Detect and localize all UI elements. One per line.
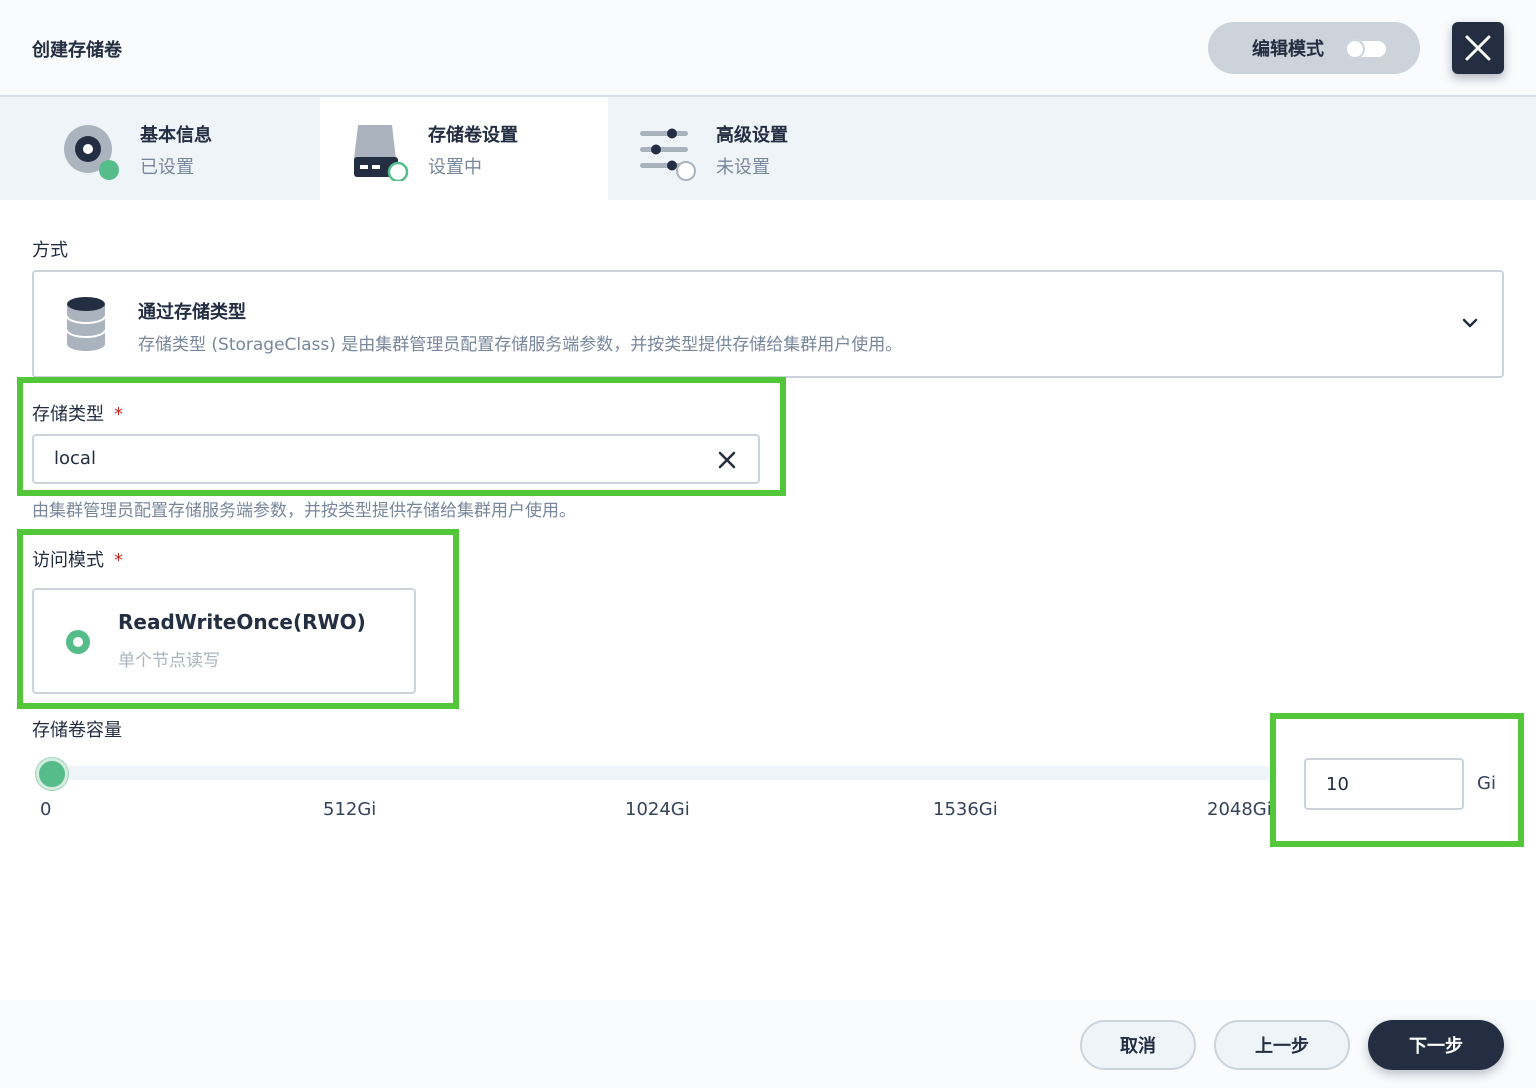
step-advanced-settings[interactable]: 高级设置 未设置: [608, 97, 896, 200]
method-label: 方式: [32, 240, 68, 261]
step-title: 高级设置: [716, 125, 788, 146]
database-icon: [66, 297, 106, 351]
close-icon: [1465, 35, 1491, 61]
toggle-switch[interactable]: [1345, 39, 1386, 59]
step-status: 已设置: [140, 157, 194, 178]
drive-icon: [354, 125, 409, 181]
storage-class-help: 由集群管理员配置存储服务端参数，并按类型提供存储给集群用户使用。: [32, 501, 576, 521]
capacity-slider-track[interactable]: [44, 766, 1272, 780]
slider-tick: 1536Gi: [933, 799, 998, 820]
method-title: 通过存储类型: [138, 302, 246, 323]
sliders-icon: [640, 128, 696, 181]
cancel-button[interactable]: 取消: [1080, 1020, 1196, 1070]
highlight-box: [17, 529, 459, 709]
step-status: 设置中: [428, 157, 482, 178]
step-tabs: 基本信息 已设置 存储卷设置 设置中 高级设置 未设置: [0, 97, 1536, 200]
modal-header: 创建存储卷 编辑模式: [0, 0, 1536, 97]
slider-tick: 1024Gi: [625, 799, 690, 820]
capacity-label: 存储卷容量: [32, 720, 122, 741]
step-title: 基本信息: [140, 125, 212, 146]
modal-title: 创建存储卷: [32, 40, 122, 61]
step-basic-info[interactable]: 基本信息 已设置: [0, 97, 288, 200]
close-button[interactable]: [1452, 22, 1504, 74]
method-select[interactable]: 通过存储类型 存储类型 (StorageClass) 是由集群管理员配置存储服务…: [32, 270, 1504, 378]
capacity-slider-handle[interactable]: [35, 758, 68, 790]
method-description: 存储类型 (StorageClass) 是由集群管理员配置存储服务端参数，并按类…: [138, 335, 903, 355]
chevron-down-icon: [1462, 318, 1478, 328]
previous-step-button[interactable]: 上一步: [1214, 1020, 1350, 1070]
modal-footer: 取消 上一步 下一步: [0, 1000, 1536, 1088]
edit-mode-label: 编辑模式: [1252, 39, 1324, 60]
toggle-knob: [1345, 39, 1365, 59]
slider-tick: 512Gi: [323, 799, 377, 820]
next-step-button[interactable]: 下一步: [1368, 1020, 1504, 1070]
step-volume-settings[interactable]: 存储卷设置 设置中: [320, 97, 608, 200]
step-status: 未设置: [716, 157, 770, 178]
slider-tick: 0: [40, 799, 52, 820]
highlight-box: [17, 377, 786, 496]
highlight-box: [1270, 713, 1524, 847]
slider-tick: 2048Gi: [1207, 799, 1272, 820]
disk-icon: [64, 125, 119, 180]
edit-mode-toggle[interactable]: 编辑模式: [1208, 22, 1420, 74]
step-title: 存储卷设置: [428, 125, 518, 146]
